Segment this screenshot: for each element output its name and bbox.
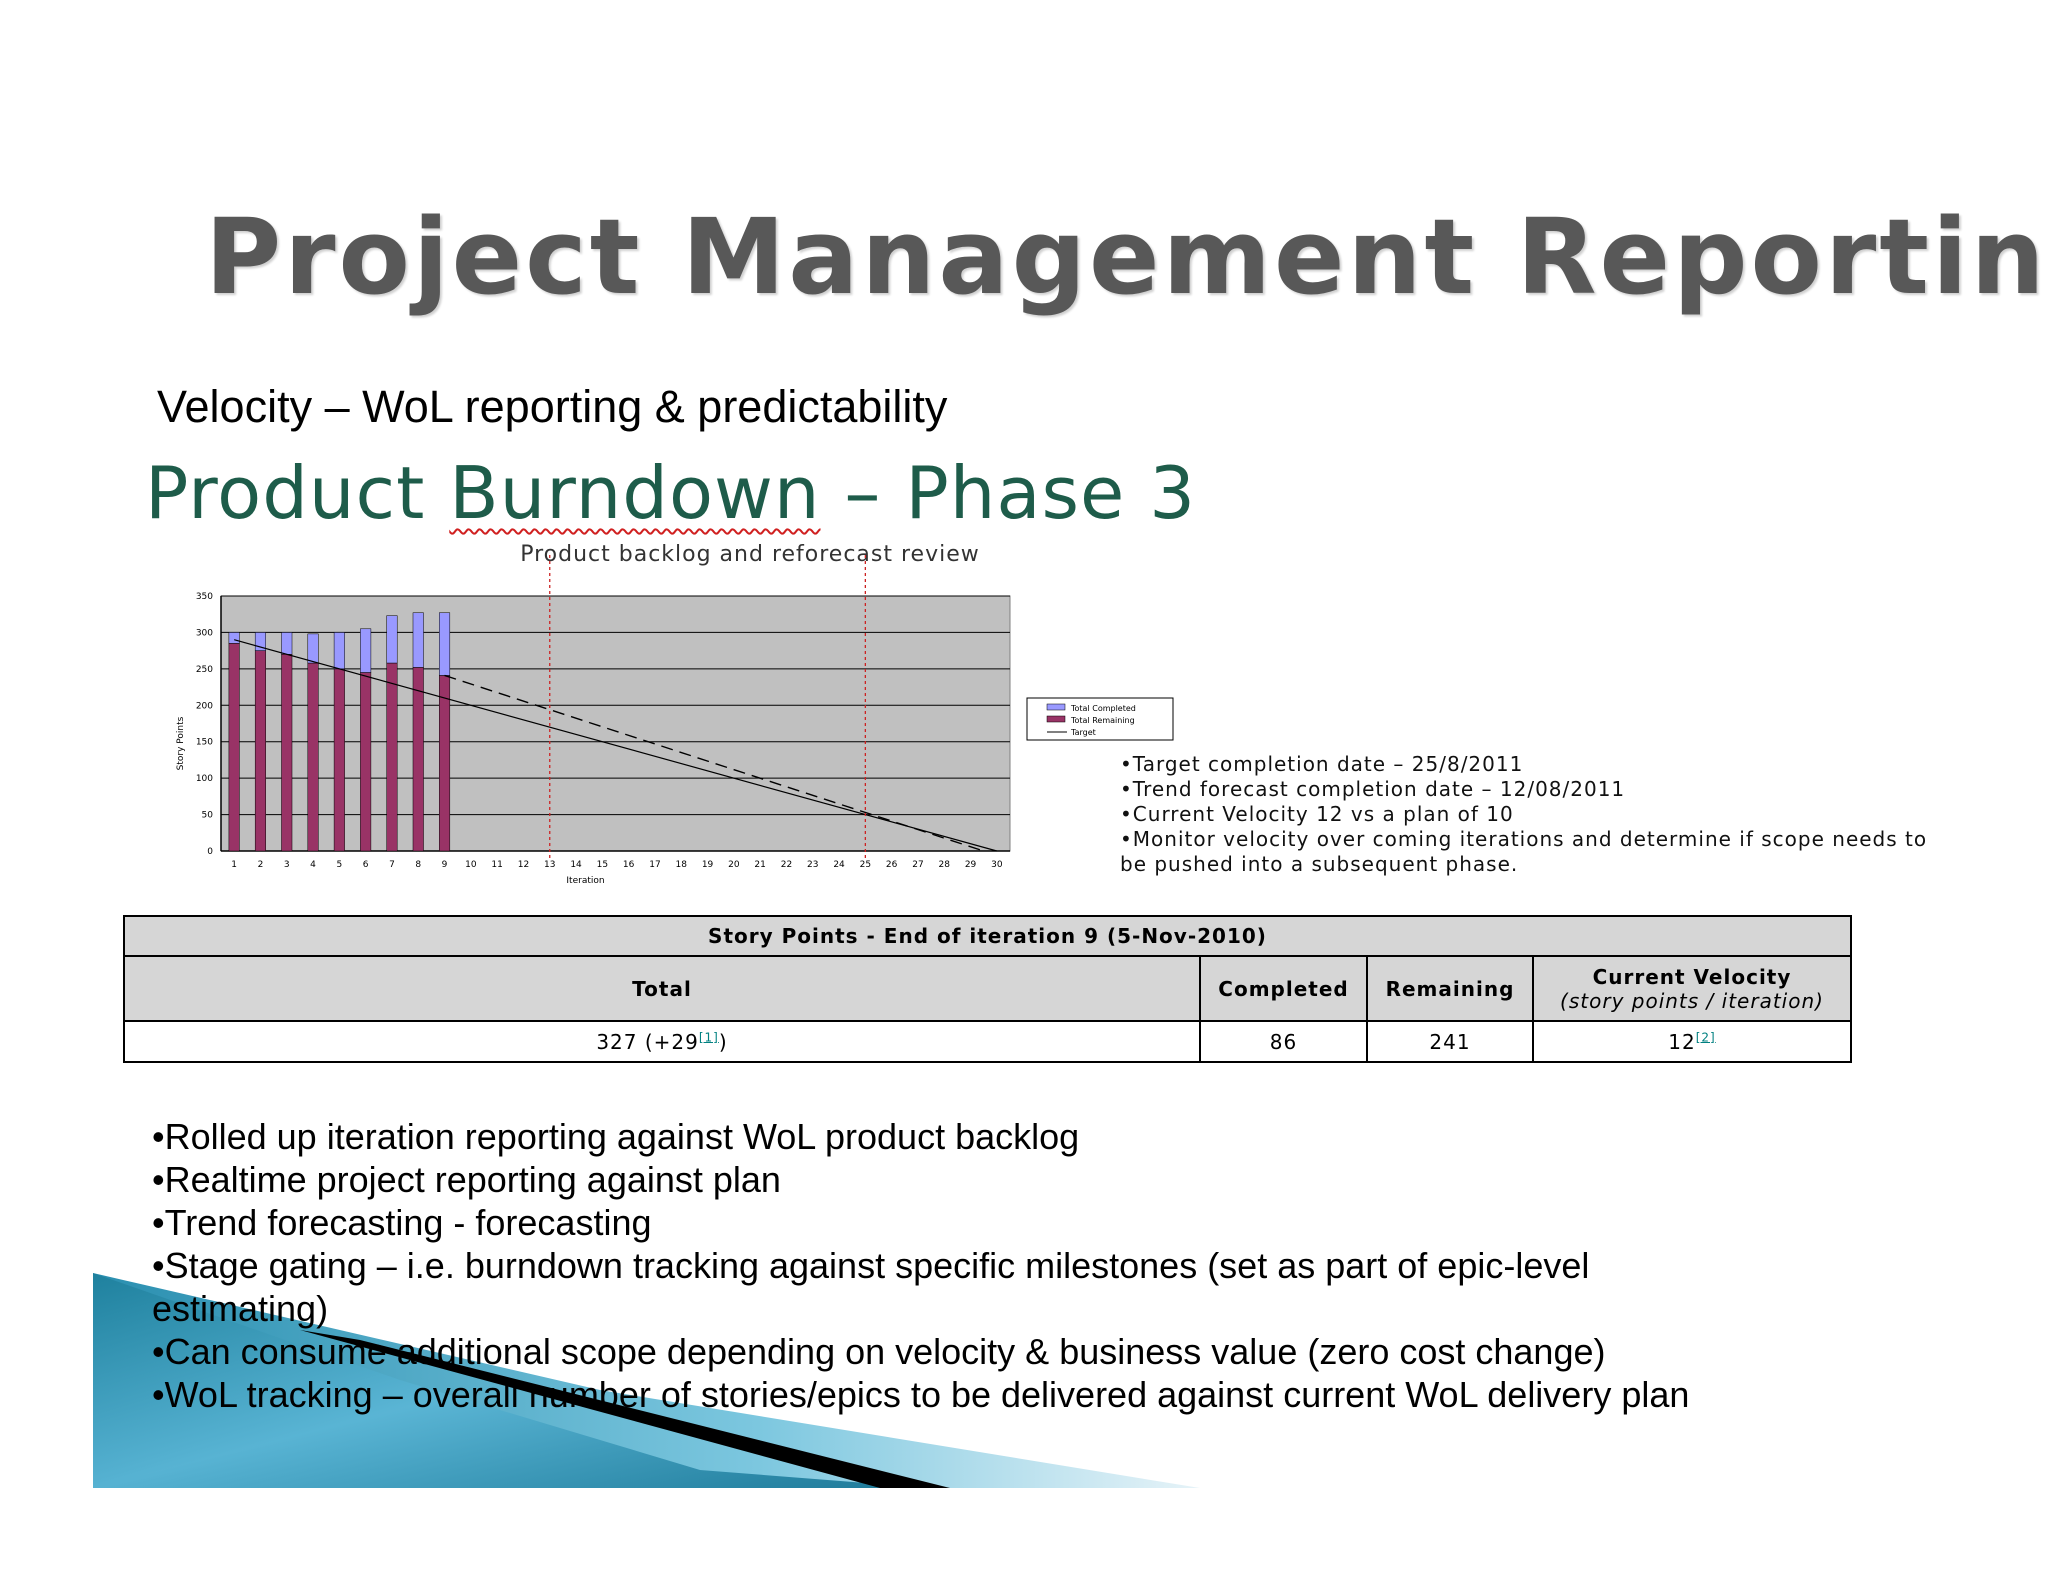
bullet-item: •Stage gating – i.e. burndown tracking a…: [152, 1245, 1590, 1329]
bullet-item: •Realtime project reporting against plan: [152, 1159, 781, 1200]
bullet-list: •Rolled up iteration reporting against W…: [152, 1115, 1712, 1416]
bullet-item: •WoL tracking – overall number of storie…: [152, 1374, 1690, 1415]
bullet-item: •Can consume additional scope depending …: [152, 1331, 1606, 1372]
bullet-item: •Rolled up iteration reporting against W…: [152, 1116, 1080, 1157]
bullet-item: •Trend forecasting - forecasting: [152, 1202, 652, 1243]
